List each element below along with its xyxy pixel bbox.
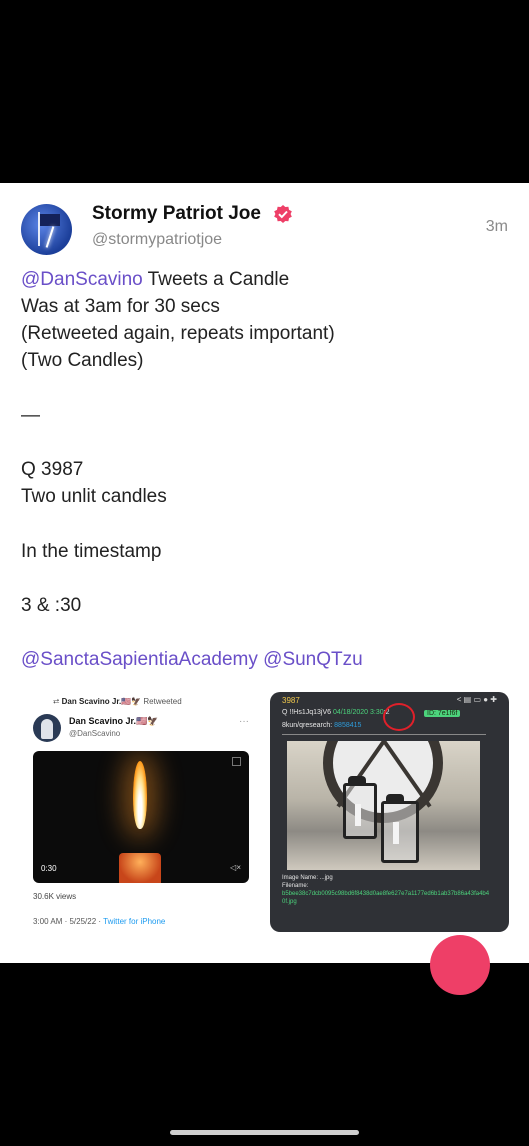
highlight-circle bbox=[383, 703, 415, 731]
post-line-1: @DanScavino Tweets a Candle bbox=[21, 268, 289, 292]
divider bbox=[282, 734, 486, 735]
tweet-screenshot-image[interactable]: ⮂ Dan Scavino Jr.🇺🇸🦅 Retweeted Dan Scavi… bbox=[21, 692, 261, 932]
lantern bbox=[381, 794, 419, 863]
tweeter-handle: @DanScavino bbox=[69, 729, 121, 738]
post-line-5: Q 3987 bbox=[21, 459, 84, 480]
filename-label: Filename: bbox=[282, 883, 309, 889]
image-meta: Image Name: ...jpg Filename: b5bee38c7dc… bbox=[282, 874, 492, 906]
tweeter-name: Dan Scavino Jr.🇺🇸🦅 bbox=[69, 716, 159, 726]
retweeter-name: Dan Scavino Jr.🇺🇸🦅 bbox=[61, 697, 142, 706]
q-number: 3987 bbox=[282, 696, 300, 705]
post-images: ⮂ Dan Scavino Jr.🇺🇸🦅 Retweeted Dan Scavi… bbox=[21, 692, 509, 932]
mention-link[interactable]: @SunQTzu bbox=[263, 649, 363, 670]
image-name-value: ...jpg bbox=[319, 875, 333, 881]
candle-video: 0:30 ◁× bbox=[33, 751, 249, 883]
q-marker: Q bbox=[282, 709, 288, 716]
tweeter-avatar bbox=[33, 714, 61, 742]
expand-icon bbox=[232, 757, 241, 766]
q-header: Q !!Hs1Jq13jV6 04/18/2020 3:30:2 bbox=[282, 709, 389, 716]
mention-link[interactable]: @DanScavino bbox=[21, 269, 143, 290]
tweet-timestamp: 3:00 AM · 5/25/22 · Twitter for iPhone bbox=[33, 917, 165, 926]
author-name[interactable]: Stormy Patriot Joe bbox=[92, 203, 261, 225]
retweet-label: Retweeted bbox=[143, 697, 182, 706]
board-post-number: 8858415 bbox=[334, 722, 362, 729]
filename-hash-text: b5bee38c7dcb0095c98bd6f8438d0ae8fe627e7a… bbox=[282, 891, 490, 905]
timestamp-text: 3:00 AM · 5/25/22 · bbox=[33, 917, 104, 926]
board-link: 8kun/qresearch: 8858415 bbox=[282, 722, 361, 729]
post-line-7: In the timestamp bbox=[21, 541, 162, 562]
post-clock: 3:30 bbox=[370, 709, 384, 716]
tweet-source: Twitter for iPhone bbox=[103, 917, 166, 926]
mention-link[interactable]: @SanctaSapientiaAcademy bbox=[21, 649, 258, 670]
filename-hash: b5bee38c7dcb0095c98bd6f8438d0ae8fe627e7a… bbox=[282, 890, 492, 906]
post-time: 3m bbox=[485, 218, 508, 235]
candle-flame bbox=[133, 761, 147, 829]
qdrop-screenshot-image[interactable]: 3987 < ▤ ▭ ● ✚ Q !!Hs1Jq13jV6 04/18/2020… bbox=[270, 692, 509, 932]
separator: — bbox=[21, 405, 40, 426]
verified-icon bbox=[274, 205, 292, 223]
post-date: 04/18/2020 bbox=[333, 709, 369, 716]
author-handle[interactable]: @stormypatriotjoe bbox=[92, 231, 222, 249]
candle-body bbox=[119, 853, 161, 883]
post-text: Tweets a Candle bbox=[142, 269, 290, 290]
post-line-3: (Retweeted again, repeats important) bbox=[21, 323, 335, 344]
retweet-header: ⮂ Dan Scavino Jr.🇺🇸🦅 Retweeted bbox=[53, 697, 182, 707]
post-line-8: 3 & :30 bbox=[21, 595, 82, 616]
lightning-bolt bbox=[45, 226, 55, 248]
post-line-6: Two unlit candles bbox=[21, 486, 167, 507]
post-id-badge: ID: 7e1f6f bbox=[424, 710, 461, 717]
post-mentions: @SanctaSapientiaAcademy @SunQTzu bbox=[21, 648, 363, 672]
image-name-row: Image Name: ...jpg bbox=[282, 874, 492, 882]
view-count: 30.6K views bbox=[33, 892, 77, 901]
lantern-photo bbox=[287, 741, 480, 870]
post-line-2: Was at 3am for 30 secs bbox=[21, 296, 220, 317]
retweet-icon: ⮂ bbox=[53, 697, 60, 706]
tripcode: !!Hs1Jq13jV6 bbox=[289, 709, 332, 716]
toolbar-icons: < ▤ ▭ ● ✚ bbox=[456, 695, 497, 704]
flag-graphic bbox=[40, 214, 60, 226]
compose-button[interactable] bbox=[430, 935, 490, 995]
more-icon: ··· bbox=[239, 716, 249, 727]
image-name-label: Image Name: bbox=[282, 875, 319, 881]
board-name: 8kun/qresearch: bbox=[282, 722, 333, 729]
post-line-4: (Two Candles) bbox=[21, 350, 144, 371]
video-duration: 0:30 bbox=[41, 864, 57, 873]
lantern bbox=[343, 776, 377, 839]
home-indicator[interactable] bbox=[170, 1130, 359, 1135]
author-avatar[interactable] bbox=[21, 204, 72, 255]
mute-icon: ◁× bbox=[230, 863, 241, 872]
